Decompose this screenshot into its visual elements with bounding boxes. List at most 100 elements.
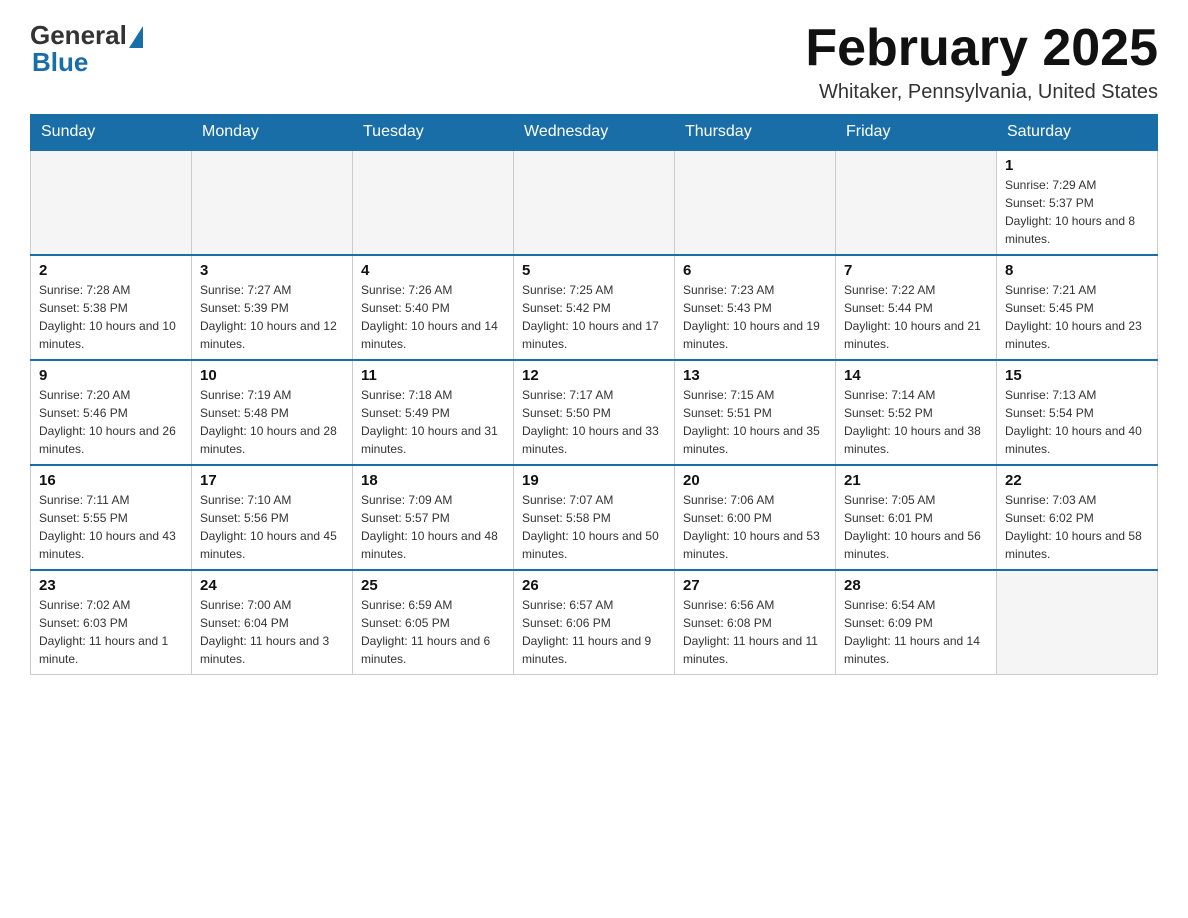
day-info: Sunrise: 6:56 AM Sunset: 6:08 PM Dayligh… <box>683 596 827 668</box>
day-number: 23 <box>39 577 183 594</box>
day-number: 26 <box>522 577 666 594</box>
calendar-day-cell <box>675 150 836 255</box>
location-subtitle: Whitaker, Pennsylvania, United States <box>805 81 1158 104</box>
calendar-day-cell: 8 Sunrise: 7:21 AM Sunset: 5:45 PM Daylig… <box>997 255 1158 360</box>
day-of-week-header: Saturday <box>997 115 1158 151</box>
calendar-week-row: 2 Sunrise: 7:28 AM Sunset: 5:38 PM Daylig… <box>31 255 1158 360</box>
calendar-day-cell: 7 Sunrise: 7:22 AM Sunset: 5:44 PM Daylig… <box>836 255 997 360</box>
calendar-day-cell: 2 Sunrise: 7:28 AM Sunset: 5:38 PM Daylig… <box>31 255 192 360</box>
day-info: Sunrise: 7:23 AM Sunset: 5:43 PM Dayligh… <box>683 281 827 353</box>
day-info: Sunrise: 7:03 AM Sunset: 6:02 PM Dayligh… <box>1005 491 1149 563</box>
calendar-day-cell: 6 Sunrise: 7:23 AM Sunset: 5:43 PM Daylig… <box>675 255 836 360</box>
page-header: General Blue February 2025 Whitaker, Pen… <box>30 20 1158 104</box>
day-number: 1 <box>1005 157 1149 174</box>
day-info: Sunrise: 6:54 AM Sunset: 6:09 PM Dayligh… <box>844 596 988 668</box>
day-number: 17 <box>200 472 344 489</box>
calendar-day-cell: 27 Sunrise: 6:56 AM Sunset: 6:08 PM Dayli… <box>675 570 836 675</box>
day-info: Sunrise: 7:21 AM Sunset: 5:45 PM Dayligh… <box>1005 281 1149 353</box>
calendar-day-cell: 1 Sunrise: 7:29 AM Sunset: 5:37 PM Daylig… <box>997 150 1158 255</box>
day-info: Sunrise: 7:29 AM Sunset: 5:37 PM Dayligh… <box>1005 176 1149 248</box>
calendar-day-cell: 9 Sunrise: 7:20 AM Sunset: 5:46 PM Daylig… <box>31 360 192 465</box>
day-number: 15 <box>1005 367 1149 384</box>
calendar-week-row: 23 Sunrise: 7:02 AM Sunset: 6:03 PM Dayli… <box>31 570 1158 675</box>
day-number: 6 <box>683 262 827 279</box>
day-of-week-header: Tuesday <box>353 115 514 151</box>
calendar-day-cell <box>31 150 192 255</box>
day-info: Sunrise: 7:06 AM Sunset: 6:00 PM Dayligh… <box>683 491 827 563</box>
day-info: Sunrise: 7:15 AM Sunset: 5:51 PM Dayligh… <box>683 386 827 458</box>
day-number: 7 <box>844 262 988 279</box>
calendar-day-cell: 25Sunrise: 6:59 AM Sunset: 6:05 PM Dayli… <box>353 570 514 675</box>
calendar-day-cell: 18Sunrise: 7:09 AM Sunset: 5:57 PM Dayli… <box>353 465 514 570</box>
logo-triangle-icon <box>129 26 143 48</box>
day-of-week-header: Thursday <box>675 115 836 151</box>
day-number: 9 <box>39 367 183 384</box>
day-number: 16 <box>39 472 183 489</box>
day-number: 10 <box>200 367 344 384</box>
calendar-day-cell: 5Sunrise: 7:25 AM Sunset: 5:42 PM Daylig… <box>514 255 675 360</box>
calendar-day-cell: 16 Sunrise: 7:11 AM Sunset: 5:55 PM Dayli… <box>31 465 192 570</box>
day-of-week-header: Sunday <box>31 115 192 151</box>
day-number: 14 <box>844 367 988 384</box>
day-info: Sunrise: 7:27 AM Sunset: 5:39 PM Dayligh… <box>200 281 344 353</box>
day-info: Sunrise: 7:17 AM Sunset: 5:50 PM Dayligh… <box>522 386 666 458</box>
day-number: 13 <box>683 367 827 384</box>
day-number: 2 <box>39 262 183 279</box>
calendar-day-cell: 20 Sunrise: 7:06 AM Sunset: 6:00 PM Dayli… <box>675 465 836 570</box>
calendar-day-cell: 10 Sunrise: 7:19 AM Sunset: 5:48 PM Dayli… <box>192 360 353 465</box>
calendar-week-row: 1 Sunrise: 7:29 AM Sunset: 5:37 PM Daylig… <box>31 150 1158 255</box>
calendar-day-cell: 15 Sunrise: 7:13 AM Sunset: 5:54 PM Dayli… <box>997 360 1158 465</box>
day-info: Sunrise: 7:14 AM Sunset: 5:52 PM Dayligh… <box>844 386 988 458</box>
calendar-day-cell: 26 Sunrise: 6:57 AM Sunset: 6:06 PM Dayli… <box>514 570 675 675</box>
calendar-day-cell <box>192 150 353 255</box>
calendar-day-cell: 11 Sunrise: 7:18 AM Sunset: 5:49 PM Dayli… <box>353 360 514 465</box>
calendar-week-row: 9 Sunrise: 7:20 AM Sunset: 5:46 PM Daylig… <box>31 360 1158 465</box>
day-info: Sunrise: 7:20 AM Sunset: 5:46 PM Dayligh… <box>39 386 183 458</box>
calendar-week-row: 16 Sunrise: 7:11 AM Sunset: 5:55 PM Dayli… <box>31 465 1158 570</box>
calendar-day-cell: 19 Sunrise: 7:07 AM Sunset: 5:58 PM Dayli… <box>514 465 675 570</box>
day-info: Sunrise: 7:19 AM Sunset: 5:48 PM Dayligh… <box>200 386 344 458</box>
day-of-week-header: Wednesday <box>514 115 675 151</box>
day-number: 20 <box>683 472 827 489</box>
day-info: Sunrise: 7:05 AM Sunset: 6:01 PM Dayligh… <box>844 491 988 563</box>
day-number: 24 <box>200 577 344 594</box>
day-info: Sunrise: 7:28 AM Sunset: 5:38 PM Dayligh… <box>39 281 183 353</box>
day-number: 11 <box>361 367 505 384</box>
day-number: 12 <box>522 367 666 384</box>
calendar-day-cell: 28 Sunrise: 6:54 AM Sunset: 6:09 PM Dayli… <box>836 570 997 675</box>
day-of-week-header: Monday <box>192 115 353 151</box>
calendar-day-cell <box>997 570 1158 675</box>
day-number: 19 <box>522 472 666 489</box>
day-info: Sunrise: 7:22 AM Sunset: 5:44 PM Dayligh… <box>844 281 988 353</box>
day-info: Sunrise: 7:07 AM Sunset: 5:58 PM Dayligh… <box>522 491 666 563</box>
day-info: Sunrise: 7:25 AM Sunset: 5:42 PM Dayligh… <box>522 281 666 353</box>
calendar-day-cell: 24 Sunrise: 7:00 AM Sunset: 6:04 PM Dayli… <box>192 570 353 675</box>
day-number: 4 <box>361 262 505 279</box>
day-number: 3 <box>200 262 344 279</box>
day-number: 25 <box>361 577 505 594</box>
calendar-day-cell <box>836 150 997 255</box>
day-number: 21 <box>844 472 988 489</box>
day-number: 27 <box>683 577 827 594</box>
month-title: February 2025 <box>805 20 1158 77</box>
calendar-day-cell: 14 Sunrise: 7:14 AM Sunset: 5:52 PM Dayli… <box>836 360 997 465</box>
day-info: Sunrise: 7:13 AM Sunset: 5:54 PM Dayligh… <box>1005 386 1149 458</box>
calendar-day-cell: 13 Sunrise: 7:15 AM Sunset: 5:51 PM Dayli… <box>675 360 836 465</box>
calendar-day-cell: 17Sunrise: 7:10 AM Sunset: 5:56 PM Dayli… <box>192 465 353 570</box>
day-info: Sunrise: 7:00 AM Sunset: 6:04 PM Dayligh… <box>200 596 344 668</box>
calendar-day-cell <box>514 150 675 255</box>
day-info: Sunrise: 7:09 AM Sunset: 5:57 PM Dayligh… <box>361 491 505 563</box>
calendar-day-cell: 23 Sunrise: 7:02 AM Sunset: 6:03 PM Dayli… <box>31 570 192 675</box>
day-info: Sunrise: 7:02 AM Sunset: 6:03 PM Dayligh… <box>39 596 183 668</box>
calendar-day-cell: 3 Sunrise: 7:27 AM Sunset: 5:39 PM Daylig… <box>192 255 353 360</box>
day-number: 8 <box>1005 262 1149 279</box>
day-info: Sunrise: 7:18 AM Sunset: 5:49 PM Dayligh… <box>361 386 505 458</box>
calendar-day-cell: 22Sunrise: 7:03 AM Sunset: 6:02 PM Dayli… <box>997 465 1158 570</box>
calendar-day-cell: 21 Sunrise: 7:05 AM Sunset: 6:01 PM Dayli… <box>836 465 997 570</box>
day-info: Sunrise: 7:11 AM Sunset: 5:55 PM Dayligh… <box>39 491 183 563</box>
logo-blue-text: Blue <box>30 47 88 78</box>
day-of-week-header: Friday <box>836 115 997 151</box>
day-info: Sunrise: 6:57 AM Sunset: 6:06 PM Dayligh… <box>522 596 666 668</box>
day-number: 28 <box>844 577 988 594</box>
calendar-day-cell <box>353 150 514 255</box>
